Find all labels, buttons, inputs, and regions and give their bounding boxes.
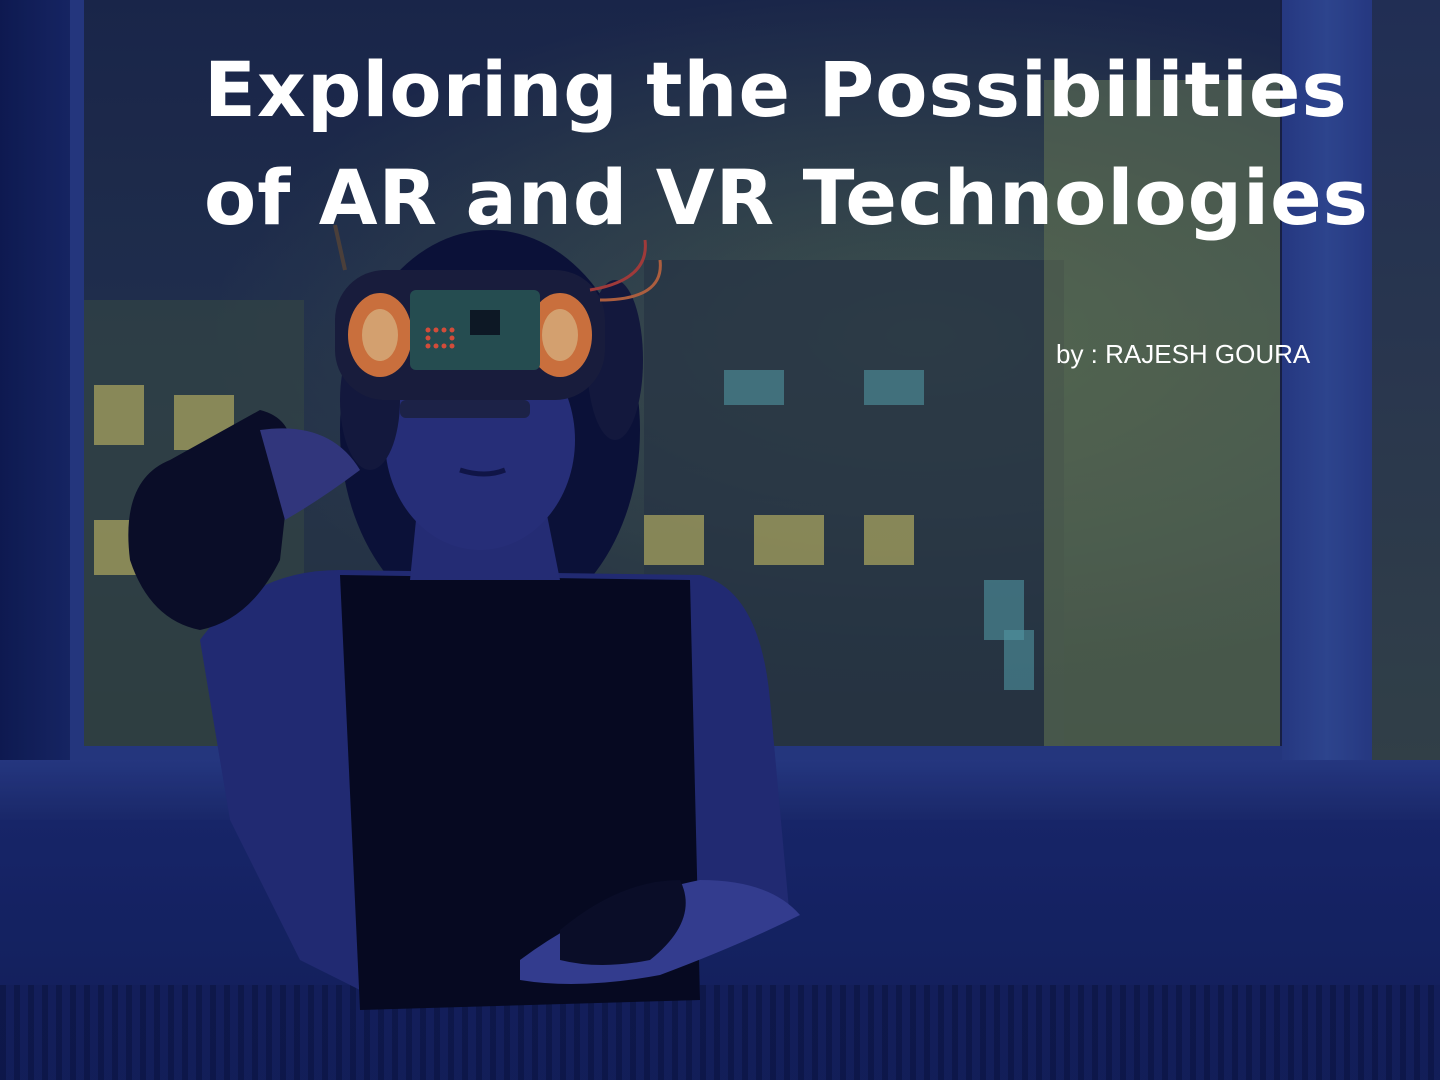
title-line-2: of AR and VR Technologies [204, 153, 1369, 242]
author-byline: by : RAJESH GOURA [1056, 339, 1311, 369]
title-line-1: Exploring the Possibilities [204, 45, 1348, 134]
slide-canvas: Exploring the Possibilities of AR and VR… [0, 0, 1440, 1080]
slide-title: Exploring the Possibilities of AR and VR… [204, 36, 1424, 252]
